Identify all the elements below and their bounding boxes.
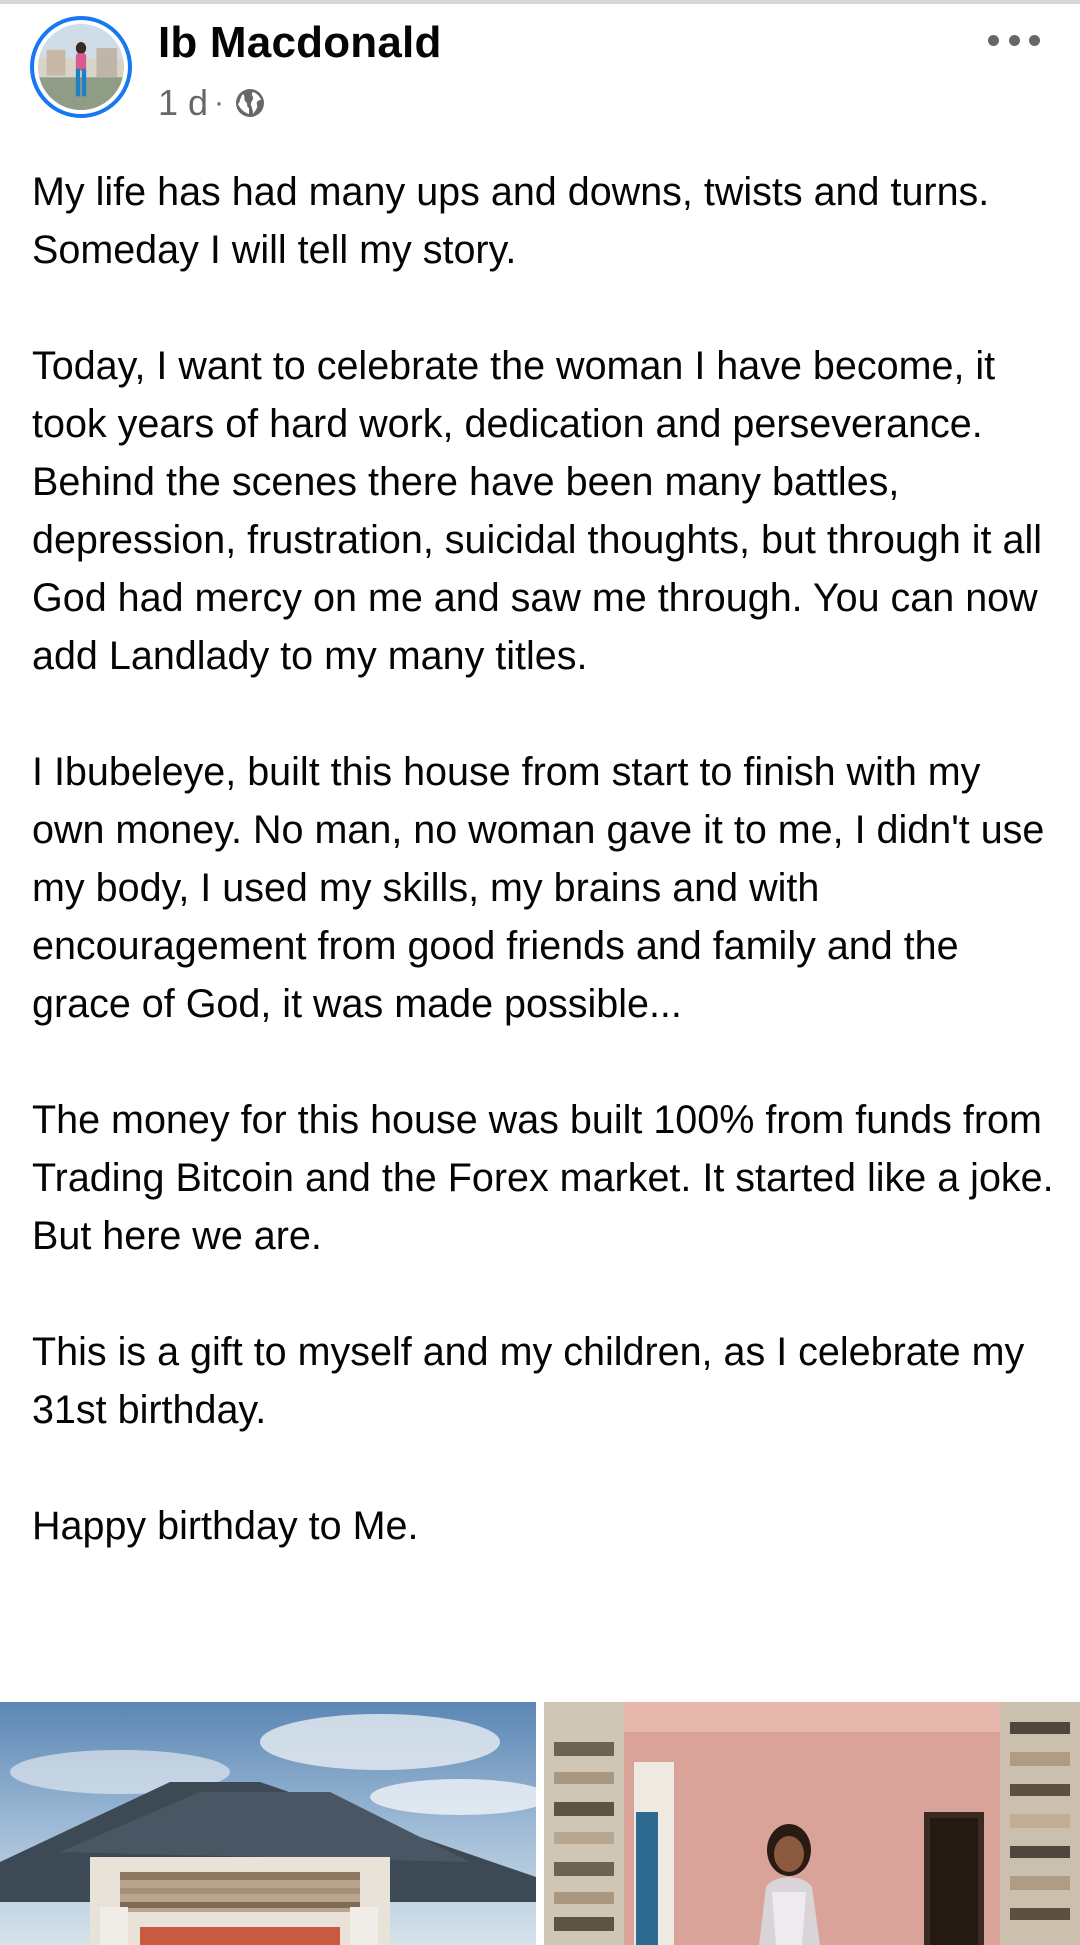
post-photos xyxy=(0,1702,1080,1945)
avatar[interactable] xyxy=(30,16,132,118)
post-paragraph: This is a gift to myself and my children… xyxy=(32,1330,1025,1432)
post-text: My life has had many ups and downs, twis… xyxy=(32,163,1062,1613)
globe-icon[interactable] xyxy=(234,87,266,119)
more-options-button[interactable] xyxy=(988,32,1040,48)
house-porch-photo[interactable] xyxy=(544,1702,1080,1945)
post-paragraph: I Ibubeleye, built this house from start… xyxy=(32,750,1045,1026)
post-header: Ib Macdonald 1 d · xyxy=(0,4,1080,144)
more-dot xyxy=(1029,34,1040,46)
post-meta: 1 d · xyxy=(158,82,266,124)
meta-separator: · xyxy=(214,86,225,119)
post-paragraph: Today, I want to celebrate the woman I h… xyxy=(32,344,1043,678)
author-name[interactable]: Ib Macdonald xyxy=(158,18,442,68)
post-paragraph: My life has had many ups and downs, twis… xyxy=(32,170,990,272)
house-exterior-photo[interactable] xyxy=(0,1702,536,1945)
more-dot xyxy=(1008,34,1020,46)
post-paragraph: The money for this house was built 100% … xyxy=(32,1098,1054,1258)
post-timestamp[interactable]: 1 d xyxy=(158,82,208,124)
more-horizontal-icon xyxy=(988,34,999,46)
avatar-photo xyxy=(38,24,124,110)
post-paragraph: Happy birthday to Me. xyxy=(32,1504,419,1548)
